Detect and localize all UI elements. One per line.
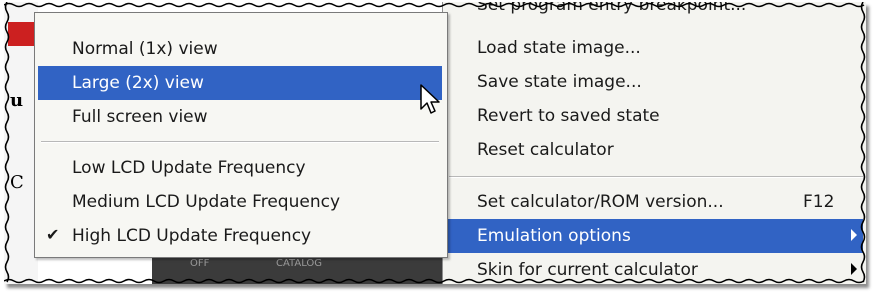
submenu-item-high-lcd[interactable]: ✔ High LCD Update Frequency [38,219,442,253]
background-text: C [10,172,24,193]
mouse-pointer-icon [420,84,440,114]
submenu-item-medium-lcd[interactable]: Medium LCD Update Frequency [38,185,442,219]
menu-item-skin[interactable]: Skin for current calculator [443,253,863,284]
submenu-item-normal-view[interactable]: Normal (1x) view [38,32,442,66]
submenu-arrow-icon [851,263,857,275]
background-app: u C [4,2,38,284]
menu-item-label: High LCD Update Frequency [72,226,312,246]
menu-item-label: Revert to saved state [477,106,660,126]
calc-key-label: OFF [190,258,210,269]
screenshot-frame: u C OFF CATALOG Set program entry breakp… [4,2,866,284]
menu-item-label: Medium LCD Update Frequency [72,192,341,212]
menu-item-revert-state[interactable]: Revert to saved state [443,99,863,133]
menu-separator [449,177,863,178]
menu-item-load-state[interactable]: Load state image... [443,31,863,65]
menu-item-label: Load state image... [477,38,641,58]
menu-item-label: Set calculator/ROM version... [477,192,724,212]
context-menu: Set program entry breakpoint... Load sta… [442,2,866,284]
menu-item-label: Emulation options [477,226,631,246]
submenu-item-low-lcd[interactable]: Low LCD Update Frequency [38,151,442,185]
menu-item-save-state[interactable]: Save state image... [443,65,863,99]
menu-item-label: Skin for current calculator [477,260,698,280]
submenu-arrow-icon [851,229,857,241]
menu-item-label: Reset calculator [477,140,614,160]
menu-item-set-breakpoint[interactable]: Set program entry breakpoint... [443,2,863,22]
background-text: u [10,90,24,111]
menu-item-label: Set program entry breakpoint... [477,2,747,15]
menu-item-label: Low LCD Update Frequency [72,158,306,178]
menu-item-label: Large (2x) view [72,73,204,93]
menu-item-label: Save state image... [477,72,642,92]
shortcut-label: F12 [803,192,835,212]
submenu-item-large-view[interactable]: Large (2x) view [38,66,442,100]
menu-separator [41,142,439,143]
menu-item-set-rom-version[interactable]: Set calculator/ROM version... F12 [443,185,863,219]
submenu-item-full-screen-view[interactable]: Full screen view [38,100,442,134]
menu-item-label: Normal (1x) view [72,39,218,59]
menu-item-reset-calculator[interactable]: Reset calculator [443,133,863,167]
menu-item-label: Full screen view [72,107,208,127]
calc-key-label: CATALOG [276,258,323,269]
checkmark-icon: ✔ [46,225,60,244]
emulation-options-submenu: Normal (1x) view Large (2x) view Full sc… [34,12,448,258]
menu-item-emulation-options[interactable]: Emulation options [443,219,863,253]
